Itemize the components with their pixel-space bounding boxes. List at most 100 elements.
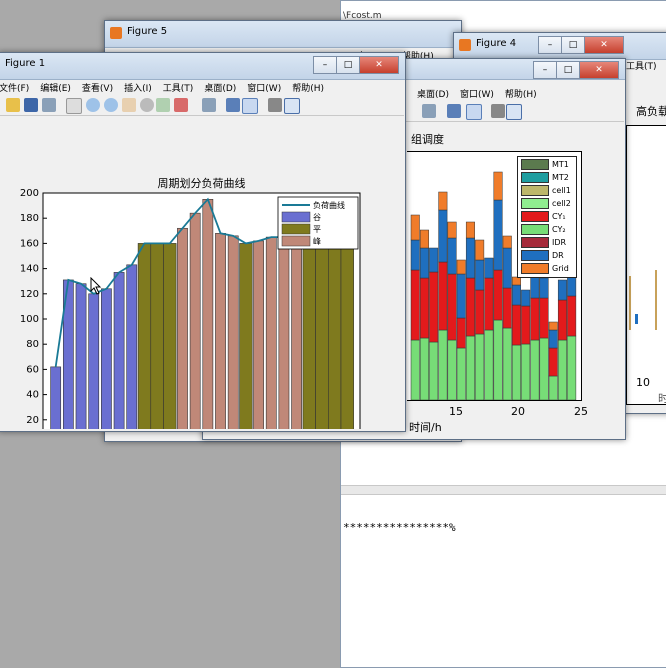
stack-segment — [557, 339, 567, 400]
zoom-in-icon[interactable] — [86, 98, 100, 112]
menu-window[interactable]: 窗口(W) — [247, 81, 281, 94]
figure3-legend-item: CY₁ — [521, 211, 566, 222]
figure3-legend: MT1 MT2 cell1 cell2 CY₁ CY₂ IDR DR Grid — [517, 156, 577, 278]
menu-file[interactable]: 文件(F) — [0, 81, 29, 94]
legend-swatch — [521, 224, 549, 235]
colorbar-icon[interactable] — [226, 98, 240, 112]
stack-segment — [419, 229, 429, 249]
stack-segment — [557, 279, 567, 301]
legend-label: MT2 — [552, 173, 569, 182]
figure3-minimize-button[interactable]: – — [533, 61, 557, 79]
zoom-out-icon[interactable] — [104, 98, 118, 112]
legend-swatch — [521, 198, 549, 209]
stack-segment — [557, 299, 567, 341]
figure3-legend-item: cell2 — [521, 198, 571, 209]
rotate-icon[interactable] — [140, 98, 154, 112]
legend-swatch — [281, 223, 311, 235]
menu-help[interactable]: 帮助(H) — [292, 81, 324, 94]
stack-segment — [456, 317, 466, 349]
stack-segment — [475, 259, 485, 291]
open-icon[interactable] — [6, 98, 20, 112]
figure3-plot-title: 组调度 — [411, 133, 444, 146]
stack-segment — [456, 259, 466, 275]
pointer-icon[interactable] — [66, 98, 82, 114]
legend-label: cell1 — [552, 186, 571, 195]
figure4-menubar: 工具(T) — [626, 57, 666, 73]
stack-segment — [465, 335, 475, 400]
figure4-titlebar[interactable]: Figure 4 – □ ✕ — [454, 33, 666, 60]
figure3-menu-window[interactable]: 窗口(W) — [460, 87, 494, 100]
legend-swatch — [281, 235, 311, 247]
print-preview-icon[interactable] — [202, 98, 216, 112]
bar — [265, 236, 277, 429]
legend-icon[interactable] — [466, 104, 482, 120]
stack-segment — [548, 375, 558, 400]
figure3-menu-help[interactable]: 帮助(H) — [505, 87, 537, 100]
bar — [253, 240, 264, 429]
y-tick-label: 180 — [20, 213, 39, 224]
bar — [215, 233, 226, 429]
legend-swatch — [521, 263, 549, 274]
figure4-menu-tools[interactable]: 工具(T) — [626, 59, 657, 72]
legend-swatch — [281, 211, 311, 223]
hide-tools-icon[interactable] — [268, 98, 282, 112]
pan-icon[interactable] — [122, 98, 136, 112]
dock-icon[interactable] — [506, 104, 522, 120]
figure3-legend-item: cell1 — [521, 185, 571, 196]
figure3-menu-desktop[interactable]: 桌面(D) — [417, 87, 449, 100]
legend-icon[interactable] — [242, 98, 258, 114]
menu-tools[interactable]: 工具(T) — [163, 81, 194, 94]
menu-desktop[interactable]: 桌面(D) — [204, 81, 236, 94]
figure1-minimize-button[interactable]: – — [313, 56, 337, 74]
mouse-cursor-icon — [90, 277, 102, 295]
stack-segment — [511, 304, 521, 346]
menu-view[interactable]: 查看(V) — [82, 81, 113, 94]
legend-swatch — [521, 185, 549, 196]
figure1-window[interactable]: Figure 1 – □ ✕ 文件(F) 编辑(E) 查看(V) 插入(I) 工… — [0, 52, 406, 432]
stack-segment — [521, 305, 531, 345]
figure1-maximize-button[interactable]: □ — [336, 56, 360, 74]
print-icon[interactable] — [42, 98, 56, 112]
figure4-bar — [629, 276, 631, 330]
figure3-close-button[interactable]: ✕ — [579, 61, 619, 79]
figure4-plot-title: 高负载 — [636, 105, 666, 118]
bar — [177, 227, 188, 429]
save-icon[interactable] — [24, 98, 38, 112]
stack-segment — [548, 347, 558, 377]
stack-segment — [530, 339, 540, 400]
stack-segment — [567, 275, 577, 297]
figure3-maximize-button[interactable]: □ — [556, 61, 580, 79]
figure4-maximize-button[interactable]: □ — [561, 36, 585, 54]
data-cursor-icon[interactable] — [156, 98, 170, 112]
bar — [101, 288, 112, 429]
legend-swatch — [521, 211, 549, 222]
menu-edit[interactable]: 编辑(E) — [40, 81, 71, 94]
hide-tools-icon[interactable] — [491, 104, 505, 118]
stack-segment — [502, 247, 512, 289]
figure1-titlebar[interactable]: Figure 1 – □ ✕ — [0, 53, 405, 80]
y-tick-label: 60 — [26, 364, 39, 375]
bar — [202, 199, 214, 429]
stack-segment — [521, 343, 531, 400]
brush-icon[interactable] — [174, 98, 188, 112]
figure1-toolbar — [0, 95, 404, 116]
stack-segment — [539, 277, 549, 299]
bar — [50, 366, 62, 429]
stack-segment — [447, 237, 457, 275]
stack-segment — [511, 276, 521, 286]
bar — [137, 243, 152, 429]
figure1-close-button[interactable]: ✕ — [359, 56, 399, 74]
menu-insert[interactable]: 插入(I) — [124, 81, 152, 94]
stack-segment — [567, 335, 577, 400]
dock-icon[interactable] — [284, 98, 300, 114]
print-icon[interactable] — [422, 104, 436, 118]
figure4-title: Figure 4 — [476, 38, 517, 49]
bar — [315, 243, 329, 429]
figure5-titlebar[interactable]: Figure 5 — [105, 21, 461, 48]
figure4-minimize-button[interactable]: – — [538, 36, 562, 54]
figure4-bar — [655, 270, 657, 330]
stack-segment — [429, 271, 439, 343]
stack-segment — [548, 329, 558, 349]
colorbar-icon[interactable] — [447, 104, 461, 118]
figure4-close-button[interactable]: ✕ — [584, 36, 624, 54]
